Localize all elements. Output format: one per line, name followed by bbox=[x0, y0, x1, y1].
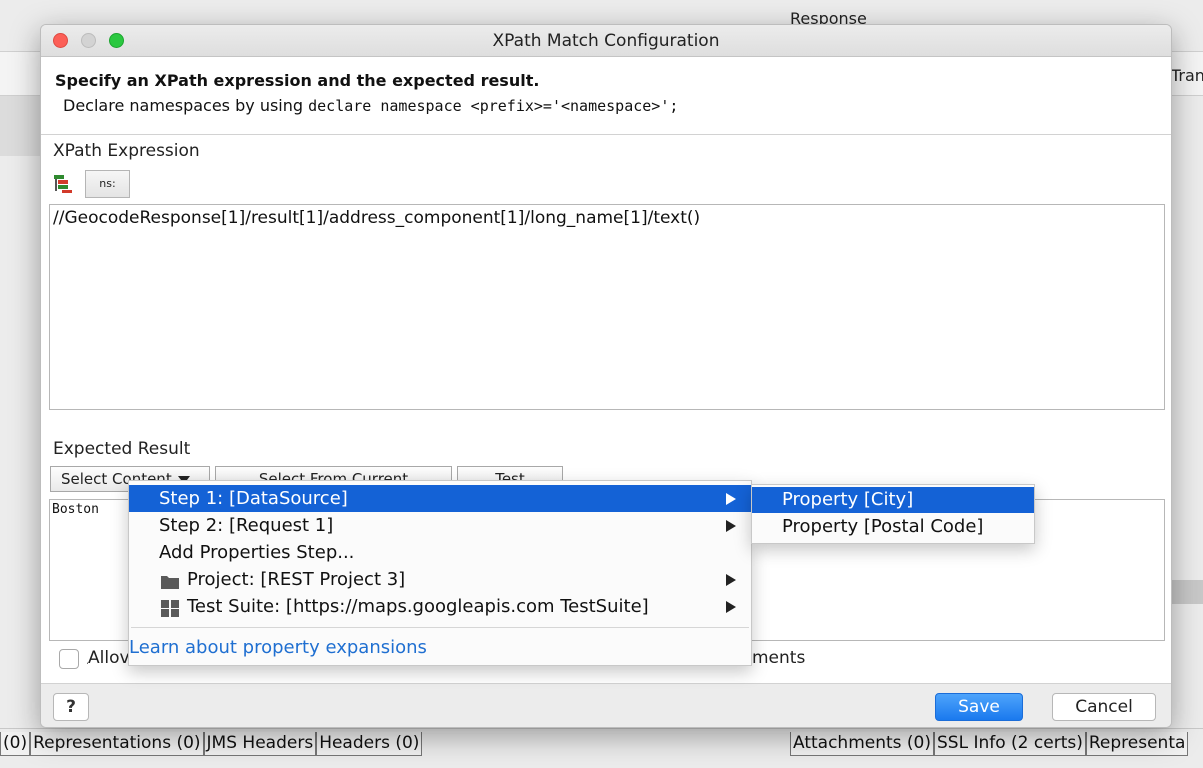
submenu-item-property-postal-code[interactable]: Property [Postal Code] bbox=[752, 514, 1034, 540]
dialog-footer: ? Save Cancel bbox=[41, 683, 1171, 727]
submenu-item-property-city[interactable]: Property [City] bbox=[752, 487, 1034, 513]
namespace-button[interactable]: ns: bbox=[85, 170, 130, 198]
bottom-tabs-left: (0) Representations (0) JMS Headers Head… bbox=[0, 732, 423, 756]
xpath-toolbar: ns: bbox=[53, 169, 130, 199]
submenu-arrow-icon bbox=[726, 574, 736, 586]
bottom-tab-jms-headers[interactable]: JMS Headers bbox=[203, 732, 317, 756]
menu-item-label: Add Properties Step... bbox=[159, 542, 355, 563]
menu-item-project[interactable]: Project: [REST Project 3] bbox=[129, 566, 751, 593]
bottom-tab-representations[interactable]: Representations (0) bbox=[30, 732, 204, 756]
dialog-titlebar[interactable]: XPath Match Configuration bbox=[41, 25, 1171, 57]
menu-item-label: Step 1: [DataSource] bbox=[159, 488, 348, 509]
submenu-arrow-icon bbox=[726, 520, 736, 532]
save-button[interactable]: Save bbox=[935, 693, 1023, 721]
header-sub-text: Declare namespaces by using bbox=[63, 96, 309, 115]
ignore-comments-label-tail: ments bbox=[752, 648, 806, 668]
submenu-arrow-icon bbox=[726, 493, 736, 505]
xpath-expression-label: XPath Expression bbox=[53, 141, 200, 161]
xpath-expression-input[interactable]: //GeocodeResponse[1]/result[1]/address_c… bbox=[49, 204, 1165, 410]
menu-item-step-1[interactable]: Step 1: [DataSource] bbox=[129, 485, 751, 512]
learn-property-expansions-link[interactable]: Learn about property expansions bbox=[129, 637, 427, 658]
menu-item-label: Step 2: [Request 1] bbox=[159, 515, 334, 536]
menu-item-step-2[interactable]: Step 2: [Request 1] bbox=[129, 512, 751, 539]
allow-wildcards-label-visible: Allov bbox=[88, 648, 128, 668]
header-title: Specify an XPath expression and the expe… bbox=[55, 71, 540, 90]
submenu-arrow-icon bbox=[726, 601, 736, 613]
background-tab-cut[interactable]: Tran bbox=[1168, 66, 1203, 85]
menu-separator bbox=[131, 627, 749, 628]
background-left-strip bbox=[0, 96, 40, 156]
cancel-button[interactable]: Cancel bbox=[1052, 693, 1156, 721]
tree-icon[interactable] bbox=[53, 174, 73, 194]
checkbox-box[interactable] bbox=[59, 649, 79, 669]
bottom-tab-attachments[interactable]: Attachments (0) bbox=[790, 732, 935, 756]
menu-item-test-suite[interactable]: Test Suite: [https://maps.googleapis.com… bbox=[129, 593, 751, 620]
bottom-tab-ssl-info[interactable]: SSL Info (2 certs) bbox=[934, 732, 1086, 756]
header-sub-code: declare namespace <prefix>='<namespace>'… bbox=[308, 97, 679, 115]
dialog-header: Specify an XPath expression and the expe… bbox=[41, 57, 1171, 135]
bottom-tabs-right: Attachments (0) SSL Info (2 certs) Repre… bbox=[790, 732, 1189, 756]
dialog-title: XPath Match Configuration bbox=[492, 31, 720, 51]
folder-icon bbox=[160, 571, 180, 589]
grid-icon bbox=[160, 598, 180, 617]
help-button[interactable]: ? bbox=[53, 693, 89, 721]
bottom-tab[interactable]: (0) bbox=[0, 732, 31, 756]
menu-item-label: Project: [REST Project 3] bbox=[187, 569, 406, 590]
property-expansion-menu: Step 1: [DataSource] Step 2: [Request 1]… bbox=[128, 480, 752, 666]
background-scrollbar[interactable] bbox=[1172, 580, 1203, 604]
step-1-submenu: Property [City] Property [Postal Code] bbox=[751, 484, 1035, 544]
menu-item-label: Test Suite: [https://maps.googleapis.com… bbox=[187, 596, 649, 617]
bottom-tab-headers[interactable]: Headers (0) bbox=[316, 732, 423, 756]
menu-item-add-properties-step[interactable]: Add Properties Step... bbox=[129, 539, 751, 566]
expected-result-label: Expected Result bbox=[53, 439, 191, 459]
header-subtitle: Declare namespaces by using declare name… bbox=[63, 96, 1157, 115]
bottom-tab-representations-right[interactable]: Representa bbox=[1085, 732, 1189, 756]
